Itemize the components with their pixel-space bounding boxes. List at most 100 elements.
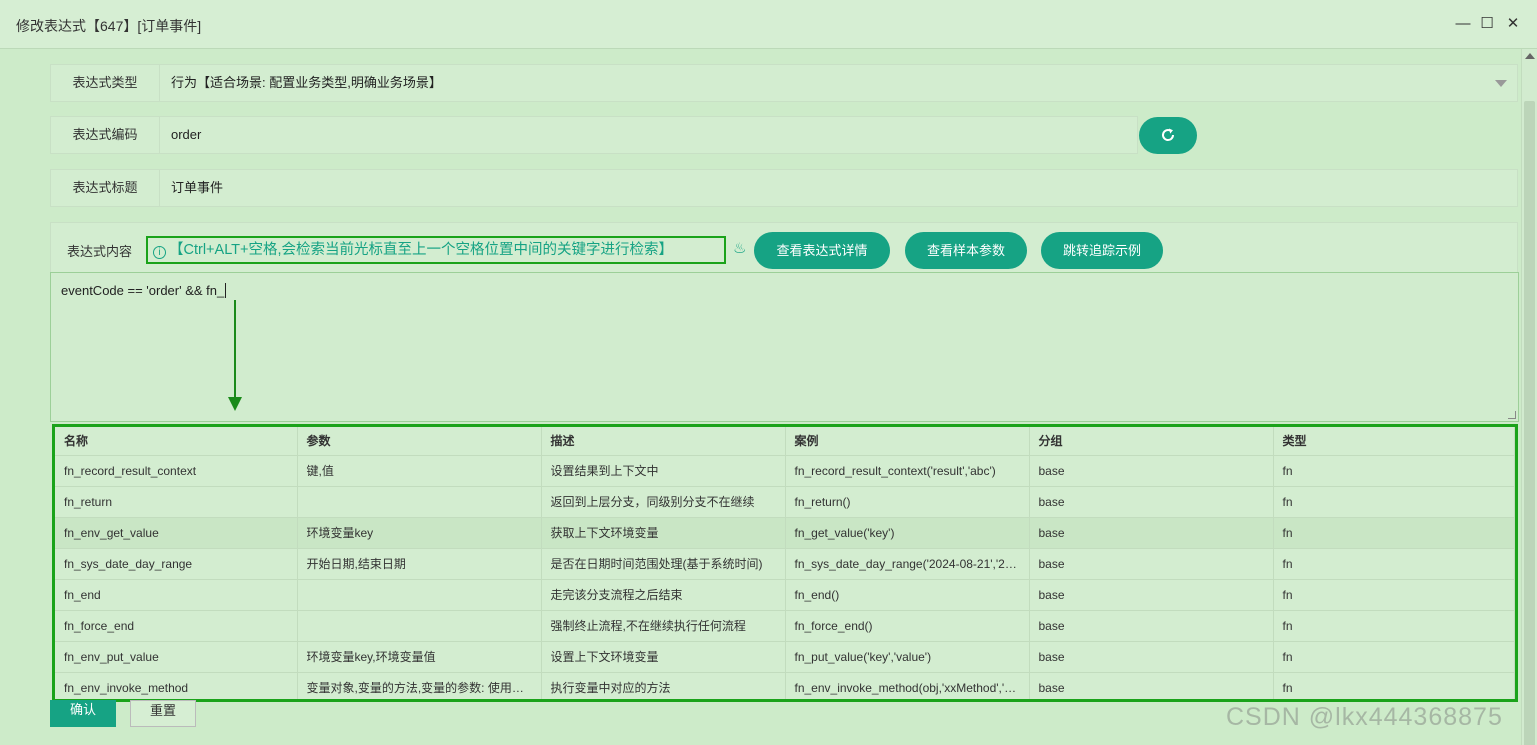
table-cell: fn_env_get_value <box>55 517 298 549</box>
table-cell: 键,值 <box>297 455 542 487</box>
scroll-up-icon[interactable] <box>1525 53 1535 59</box>
table-cell: fn <box>1273 455 1515 487</box>
table-cell <box>297 610 542 642</box>
table-cell: base <box>1029 548 1274 580</box>
column-header: 案例 <box>785 427 1030 456</box>
expression-type-label: 表达式类型 <box>51 65 160 101</box>
table-cell: fn_sys_date_day_range <box>55 548 298 580</box>
table-cell: 环境变量key,环境变量值 <box>297 641 542 673</box>
table-row[interactable]: fn_return 返回到上层分支，同级别分支不在继续 fn_return() bas… <box>55 486 1515 518</box>
table-cell: fn_end() <box>785 579 1030 611</box>
shortcut-hint-text: 【Ctrl+ALT+空格,会检索当前光标直至上一个空格位置中间的关键字进行检索】 <box>169 242 674 258</box>
expression-code-label: 表达式编码 <box>51 117 160 153</box>
table-cell: 变量对象,变量的方法,变量的参数: 使用逗号分隔 <box>297 672 542 699</box>
editor-text: eventCode == 'order' && fn_ <box>61 283 225 298</box>
table-row[interactable]: fn_force_end 强制终止流程,不在继续执行任何流程 fn_force_en… <box>55 610 1515 642</box>
view-sample-params-button[interactable]: 查看样本参数 <box>905 232 1027 269</box>
expression-title-label: 表达式标题 <box>51 170 160 206</box>
table-cell: base <box>1029 486 1274 518</box>
info-icon: i <box>153 246 166 259</box>
table-cell: 强制终止流程,不在继续执行任何流程 <box>541 610 786 642</box>
window-title: 修改表达式【647】[订单事件] <box>16 18 202 34</box>
table-cell: 开始日期,结束日期 <box>297 548 542 580</box>
table-cell: 设置上下文环境变量 <box>541 641 786 673</box>
reset-button[interactable]: 重置 <box>130 700 196 727</box>
minimize-icon[interactable]: — <box>1453 14 1473 34</box>
table-cell: fn_env_invoke_method <box>55 672 298 699</box>
expression-content-header: 表达式内容 i 【Ctrl+ALT+空格,会检索当前光标直至上一个空格位置中间的关… <box>50 222 1518 272</box>
table-row[interactable]: fn_env_invoke_method 变量对象,变量的方法,变量的参数: 使用… <box>55 672 1515 699</box>
expression-content-label: 表达式内容 <box>67 244 133 259</box>
table-cell: 是否在日期时间范围处理(基于系统时间) <box>541 548 786 580</box>
table-cell: fn_sys_date_day_range('2024-08-21','2024… <box>785 548 1030 580</box>
table-cell: base <box>1029 641 1274 673</box>
window-titlebar: 修改表达式【647】[订单事件] — ☐ ✕ <box>0 0 1537 49</box>
expression-code-row: 表达式编码 order <box>50 116 1138 154</box>
table-cell: 获取上下文环境变量 <box>541 517 786 549</box>
view-expression-detail-button[interactable]: 查看表达式详情 <box>754 232 890 269</box>
table-cell: fn_force_end() <box>785 610 1030 642</box>
table-cell: base <box>1029 672 1274 699</box>
confirm-button[interactable]: 确认 <box>50 700 116 727</box>
table-row[interactable]: fn_env_get_value 环境变量key 获取上下文环境变量 fn_get_v… <box>55 517 1515 549</box>
expression-type-row: 表达式类型 行为【适合场景: 配置业务类型,明确业务场景】 <box>50 64 1518 102</box>
function-suggestion-table: 名称 参数 描述 案例 分组 类型 fn_record_result_context 键,值… <box>52 424 1518 702</box>
expression-type-select[interactable]: 行为【适合场景: 配置业务类型,明确业务场景】 <box>171 65 1491 101</box>
fire-icon[interactable]: ♨ <box>733 239 746 257</box>
scrollbar-thumb[interactable] <box>1524 101 1535 745</box>
column-header: 参数 <box>297 427 542 456</box>
close-icon[interactable]: ✕ <box>1503 14 1523 34</box>
table-cell: fn <box>1273 672 1515 699</box>
refresh-button[interactable] <box>1139 117 1197 154</box>
table-cell: fn <box>1273 548 1515 580</box>
table-cell: fn <box>1273 641 1515 673</box>
resize-handle[interactable] <box>1508 411 1516 419</box>
table-cell <box>297 486 542 518</box>
column-header: 分组 <box>1029 427 1274 456</box>
column-header: 名称 <box>55 427 298 456</box>
table-cell: fn_force_end <box>55 610 298 642</box>
table-cell: fn_record_result_context('result','abc') <box>785 455 1030 487</box>
table-cell: fn_return() <box>785 486 1030 518</box>
expression-title-input[interactable]: 订单事件 <box>171 170 1491 206</box>
expression-title-row: 表达式标题 订单事件 <box>50 169 1518 207</box>
table-row[interactable]: fn_record_result_context 键,值 设置结果到上下文中 fn_r… <box>55 455 1515 487</box>
expression-editor[interactable]: eventCode == 'order' && fn_ <box>50 272 1519 422</box>
table-cell: fn <box>1273 610 1515 642</box>
table-cell: 走完该分支流程之后结束 <box>541 579 786 611</box>
table-cell: base <box>1029 610 1274 642</box>
table-cell: fn_put_value('key','value') <box>785 641 1030 673</box>
table-cell: fn <box>1273 517 1515 549</box>
table-cell: base <box>1029 517 1274 549</box>
table-cell: 执行变量中对应的方法 <box>541 672 786 699</box>
table-cell: fn_get_value('key') <box>785 517 1030 549</box>
maximize-icon[interactable]: ☐ <box>1477 14 1497 34</box>
watermark: CSDN @lkx444368875 <box>1226 703 1503 731</box>
table-row[interactable]: fn_env_put_value 环境变量key,环境变量值 设置上下文环境变量 fn… <box>55 641 1515 673</box>
table-cell: fn <box>1273 486 1515 518</box>
shortcut-hint: i 【Ctrl+ALT+空格,会检索当前光标直至上一个空格位置中间的关键字进行检索… <box>146 236 726 264</box>
table-cell: fn_record_result_context <box>55 455 298 487</box>
table-cell: fn <box>1273 579 1515 611</box>
table-cell: 设置结果到上下文中 <box>541 455 786 487</box>
table-row[interactable]: fn_end 走完该分支流程之后结束 fn_end() base fn <box>55 579 1515 611</box>
table-header-row: 名称 参数 描述 案例 分组 类型 <box>55 427 1515 456</box>
table-cell: base <box>1029 579 1274 611</box>
table-cell <box>297 579 542 611</box>
table-cell: fn_end <box>55 579 298 611</box>
refresh-icon <box>1162 128 1175 141</box>
table-cell: 返回到上层分支，同级别分支不在继续 <box>541 486 786 518</box>
table-cell: fn_env_put_value <box>55 641 298 673</box>
table-row[interactable]: fn_sys_date_day_range 开始日期,结束日期 是否在日期时间范围处… <box>55 548 1515 580</box>
chevron-down-icon[interactable] <box>1495 80 1507 87</box>
expression-code-input[interactable]: order <box>171 117 1121 153</box>
column-header: 描述 <box>541 427 786 456</box>
table-cell: base <box>1029 455 1274 487</box>
table-cell: 环境变量key <box>297 517 542 549</box>
jump-trace-example-button[interactable]: 跳转追踪示例 <box>1041 232 1163 269</box>
text-cursor <box>225 283 227 298</box>
vertical-scrollbar[interactable] <box>1521 49 1537 745</box>
table-cell: fn_return <box>55 486 298 518</box>
table-cell: fn_env_invoke_method(obj,'xxMethod','a,b… <box>785 672 1030 699</box>
column-header: 类型 <box>1273 427 1515 456</box>
